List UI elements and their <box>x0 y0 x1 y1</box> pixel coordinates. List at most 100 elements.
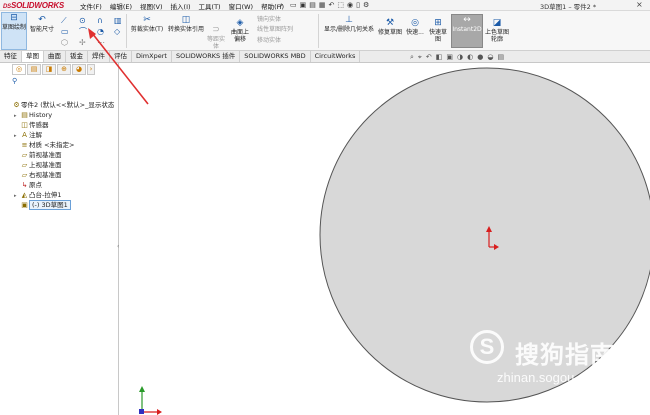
menu-view[interactable]: 视图(V) <box>140 1 163 11</box>
display-style-icon[interactable]: ◑ <box>457 53 463 62</box>
tree-item-history[interactable]: ▸ ▤History <box>12 110 118 120</box>
scene-icon[interactable]: ◒ <box>487 53 493 62</box>
centerline-tool-icon[interactable]: ⋯ <box>97 38 105 47</box>
filter-icon[interactable]: ⚲ <box>12 77 17 85</box>
sketch-icon: ⊟ <box>10 13 18 23</box>
line-tool-icon[interactable]: ⟋ <box>61 16 67 25</box>
dimxpert-manager-tab-icon[interactable]: ⊕ <box>57 64 71 75</box>
plane-icon: ▱ <box>21 151 28 159</box>
smart-dimension-button[interactable]: ↶ 智能尺寸 <box>29 15 55 33</box>
menu-edit[interactable]: 编辑(E) <box>110 1 132 11</box>
extrude-icon: ◭ <box>21 191 28 199</box>
3d-sketch-label: (-) 3D草图1 <box>29 200 71 210</box>
menu-insert[interactable]: 插入(I) <box>171 1 191 11</box>
instant2d-button[interactable]: ↔ Instant2D <box>451 14 483 48</box>
previous-view-icon[interactable]: ↶ <box>426 53 432 62</box>
tab-weldments[interactable]: 焊件 <box>88 51 110 62</box>
feature-manager-panel: ◎ ▤ ◨ ⊕ ◕ › ⚲ ⚙零件2 (默认<<默认>_显示状态 ▸ ▤Histo… <box>0 63 119 415</box>
new-document-icon[interactable]: ▭ <box>290 0 297 11</box>
feature-tree-tab-icon[interactable]: ◎ <box>12 64 26 75</box>
zoom-area-icon[interactable]: ⌖ <box>418 53 422 62</box>
circle-tool-icon[interactable]: ⊙ <box>79 16 86 25</box>
mirror-entities-button[interactable]: 镜向实体 <box>257 16 281 23</box>
annotation-icon: A <box>22 131 27 139</box>
offset-on-surface-button[interactable]: ◈ 曲面上偏移 <box>229 18 251 43</box>
tree-item-annotations[interactable]: ▸ A 注解 <box>12 130 118 140</box>
quick-snaps-button[interactable]: ◎ 快速... <box>403 18 427 36</box>
display-manager-tab-icon[interactable]: ◕ <box>72 64 86 75</box>
sensor-icon: ◫ <box>21 121 28 129</box>
expand-tabs-icon[interactable]: › <box>87 64 95 75</box>
configuration-manager-tab-icon[interactable]: ◨ <box>42 64 56 75</box>
toolbar-separator <box>318 14 319 48</box>
fillet-tool-icon[interactable]: ◔ <box>97 27 104 36</box>
feature-manager-tabs: ◎ ▤ ◨ ⊕ ◕ › <box>12 64 117 75</box>
tree-item-3d-sketch[interactable]: ▣ (-) 3D草图1 <box>12 200 118 210</box>
trim-entities-button[interactable]: ✂ 剪裁实体(T) <box>128 15 166 33</box>
3d-sketch-icon: ▣ <box>21 201 28 209</box>
appearance-icon[interactable]: ● <box>477 53 483 62</box>
close-window-button[interactable]: × <box>636 0 643 9</box>
tree-item-front-plane[interactable]: ▱ 前视基准面 <box>12 150 118 160</box>
tree-item-right-plane[interactable]: ▱ 右视基准面 <box>12 170 118 180</box>
tree-item-sensors[interactable]: ◫传感器 <box>12 120 118 130</box>
options-gear-icon[interactable]: ⚙ <box>363 0 369 11</box>
point-tool-icon[interactable]: ✢ <box>79 38 86 47</box>
spline-tool-icon[interactable]: ∩ <box>97 16 103 25</box>
open-folder-icon[interactable]: ▣ <box>300 0 307 11</box>
undo-icon[interactable]: ↶ <box>329 0 335 11</box>
menu-window[interactable]: 窗口(W) <box>229 1 254 11</box>
tab-dimxpert[interactable]: DimXpert <box>132 51 172 62</box>
menu-file[interactable]: 文件(F) <box>80 1 102 11</box>
tab-evaluate[interactable]: 评估 <box>110 51 132 62</box>
document-title: 3D草图1 – 零件2 * <box>540 3 597 11</box>
tab-mbd[interactable]: SOLIDWORKS MBD <box>240 51 311 62</box>
trim-icon: ✂ <box>143 15 151 25</box>
feature-tree: ⚙零件2 (默认<<默认>_显示状态 ▸ ▤History ◫传感器 ▸ A 注解 ≡… <box>12 100 118 210</box>
text-tool-icon[interactable]: ▥ <box>114 16 122 25</box>
tab-sketch[interactable]: 草图 <box>22 51 44 62</box>
convert-entities-button[interactable]: ◫ 转换实体引用 <box>165 15 207 33</box>
polygon-tool-icon[interactable]: ⬡ <box>61 38 68 47</box>
plane-tool-icon[interactable]: ◇ <box>114 27 120 36</box>
save-icon[interactable]: ▤ <box>309 0 316 11</box>
arc-tool-icon[interactable]: ⌒ <box>79 27 87 36</box>
tab-sheet-metal[interactable]: 钣金 <box>66 51 88 62</box>
file-properties-icon[interactable]: ▯ <box>356 0 360 11</box>
tab-surfaces[interactable]: 曲面 <box>44 51 66 62</box>
display-delete-relations-button[interactable]: ⊥ 显示/删除几何关系 <box>321 15 377 33</box>
section-view-icon[interactable]: ◧ <box>436 53 443 62</box>
offset-entities-button[interactable]: ⊃ 等距实体 <box>205 25 227 50</box>
view-orientation-icon[interactable]: ▣ <box>446 53 453 62</box>
rapid-sketch-button[interactable]: ⊞ 快速草图 <box>427 18 449 43</box>
menu-bar: 文件(F) 编辑(E) 视图(V) 插入(I) 工具(T) 窗口(W) 帮助(H… <box>80 1 284 11</box>
rectangle-tool-icon[interactable]: ▭ <box>61 27 69 36</box>
tree-item-origin[interactable]: ↳ 原点 <box>12 180 118 190</box>
move-entities-button[interactable]: 移动实体 <box>257 37 281 44</box>
property-manager-tab-icon[interactable]: ▤ <box>27 64 41 75</box>
menu-tools[interactable]: 工具(T) <box>199 1 221 11</box>
pin-menu-icon[interactable]: → <box>277 1 283 9</box>
tree-item-boss-extrude[interactable]: ▸ ◭ 凸台-拉伸1 <box>12 190 118 200</box>
watermark-url: zhinan.sogou.com <box>497 370 603 385</box>
tree-item-top-plane[interactable]: ▱ 上视基准面 <box>12 160 118 170</box>
rebuild-icon[interactable]: ◉ <box>347 0 353 11</box>
shaded-sketch-contours-button[interactable]: ◪ 上色草图轮廓 <box>485 18 509 43</box>
select-pointer-icon[interactable]: ⬚ <box>337 0 344 11</box>
repair-sketch-button[interactable]: ⚒ 修复草图 <box>378 18 402 36</box>
zoom-to-fit-icon[interactable]: ⌕ <box>410 53 414 62</box>
tab-features[interactable]: 特征 <box>0 51 22 62</box>
tree-root[interactable]: ⚙零件2 (默认<<默认>_显示状态 <box>12 100 118 110</box>
hide-show-icon[interactable]: ◐ <box>467 53 473 62</box>
tree-item-material[interactable]: ≡ 材质 <未指定> <box>12 140 118 150</box>
plane-icon: ▱ <box>21 171 28 179</box>
sketch-button[interactable]: ⊟ 草图绘制 <box>1 12 27 50</box>
solidworks-logo: DSSOLIDWORKS <box>3 1 65 10</box>
linear-pattern-button[interactable]: 线性草图阵列 <box>257 26 293 33</box>
command-tabs: 特征 草图 曲面 钣金 焊件 评估 DimXpert SOLIDWORKS 插件… <box>0 51 650 63</box>
origin-icon: ↳ <box>21 181 28 189</box>
tab-addins[interactable]: SOLIDWORKS 插件 <box>171 51 241 62</box>
view-settings-icon[interactable]: ▤ <box>497 53 504 62</box>
print-icon[interactable]: ▦ <box>319 0 326 11</box>
tab-circuitworks[interactable]: CircuitWorks <box>310 51 361 62</box>
